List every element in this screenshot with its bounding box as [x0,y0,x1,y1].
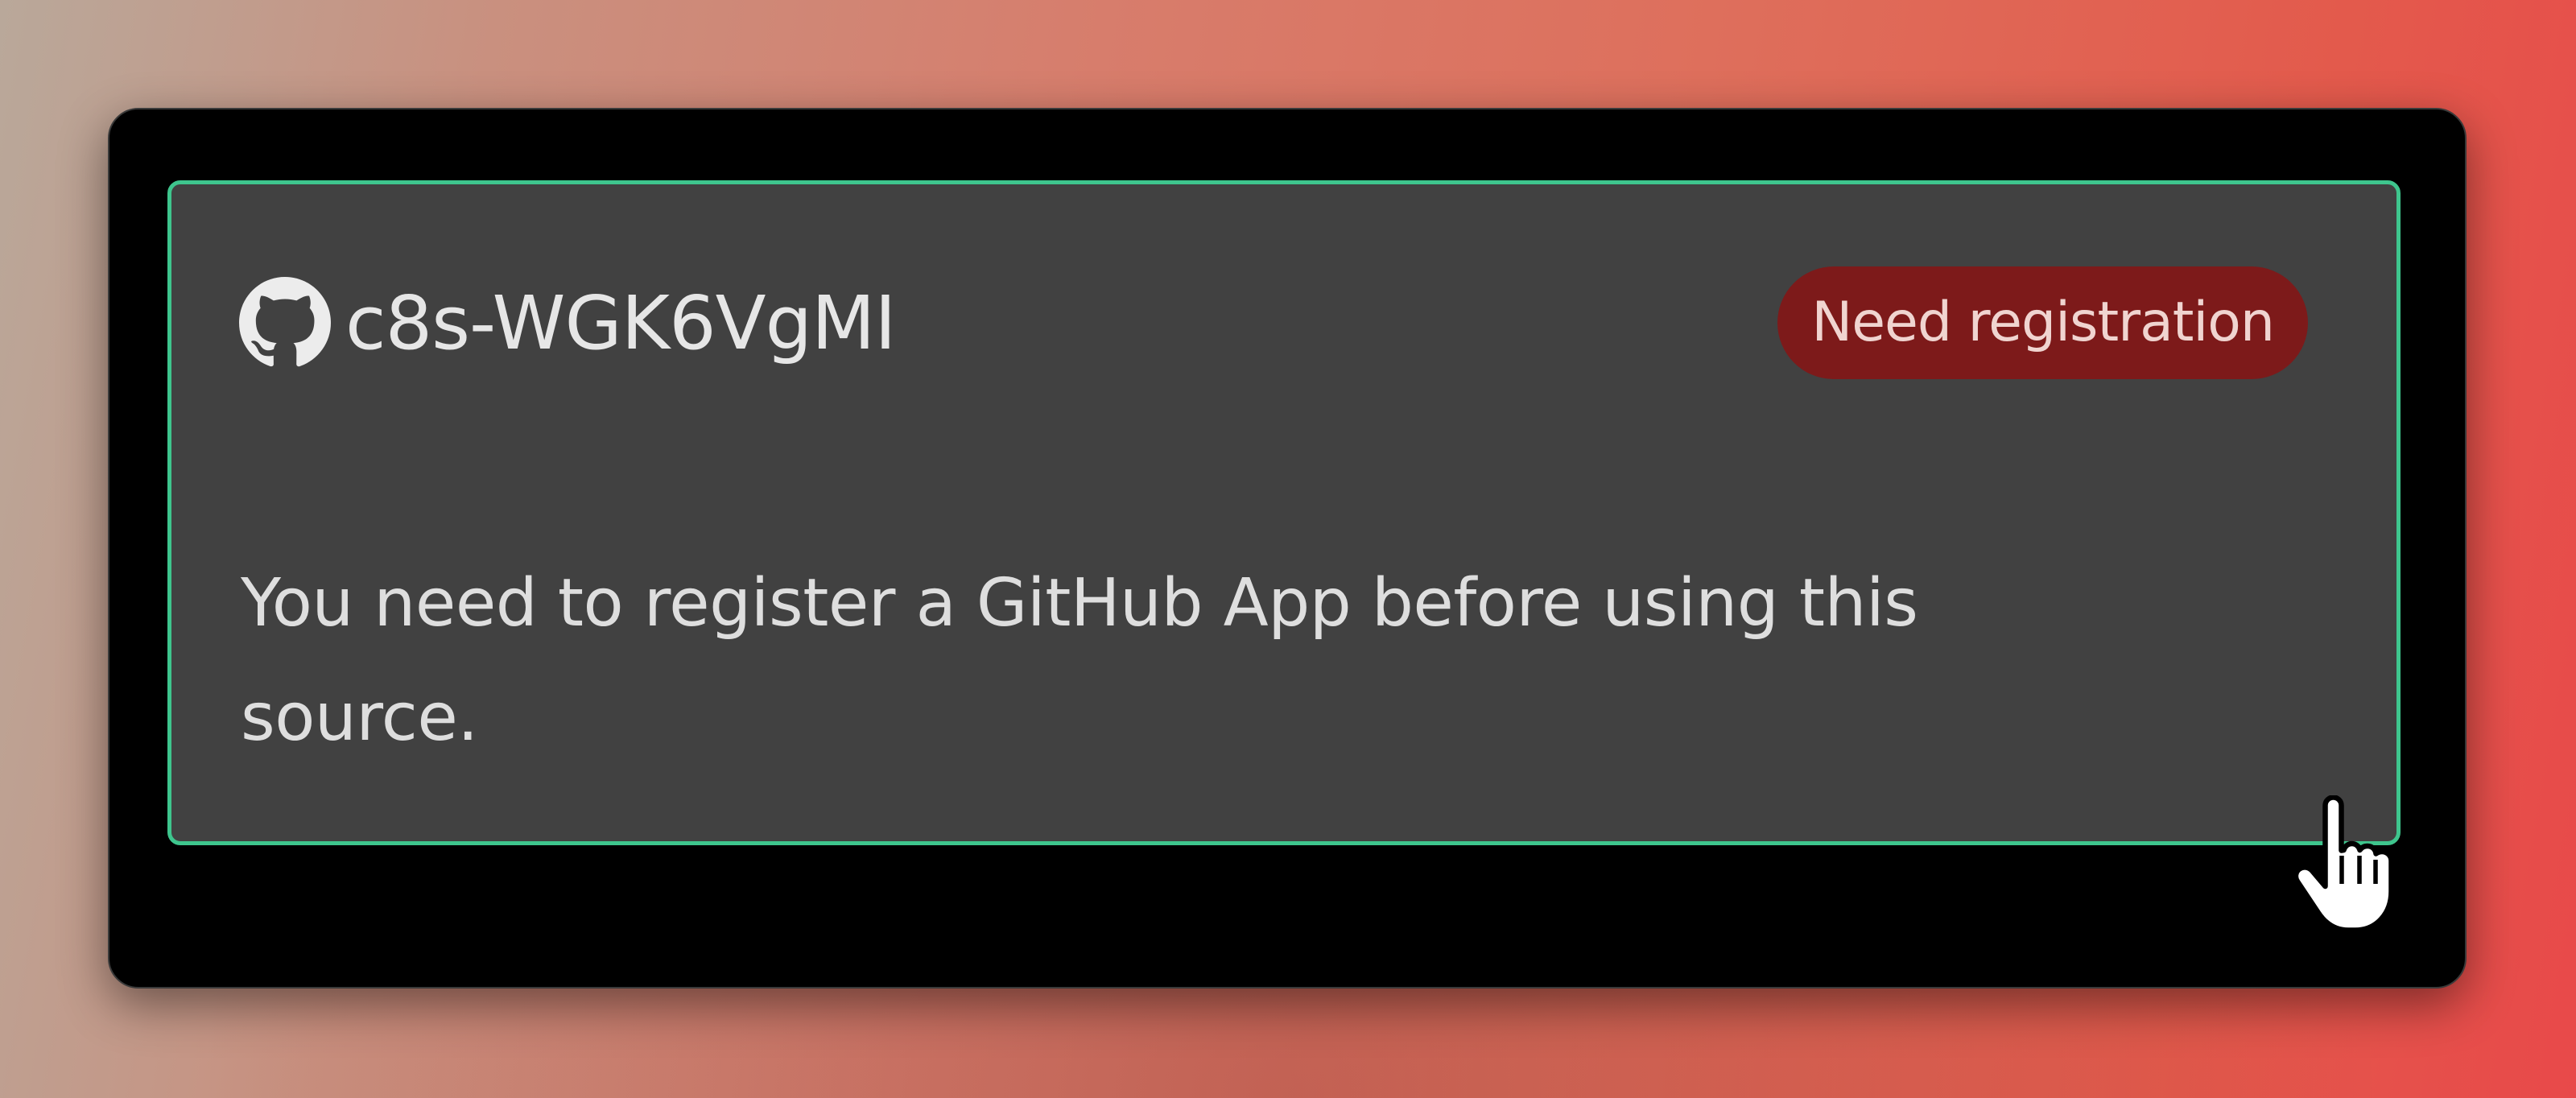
card-message: You need to register a GitHub App before… [241,565,1918,756]
github-icon [239,277,331,369]
github-source-card[interactable]: c8s-WGK6VgMI Need registration You need … [167,180,2401,845]
app-window: c8s-WGK6VgMI Need registration You need … [108,108,2467,989]
need-registration-badge: Need registration [1777,266,2308,379]
source-name: c8s-WGK6VgMI [345,279,896,366]
source-title-group: c8s-WGK6VgMI [239,277,896,369]
hand-pointer-icon [2291,795,2396,932]
card-header: c8s-WGK6VgMI Need registration [239,266,2308,379]
